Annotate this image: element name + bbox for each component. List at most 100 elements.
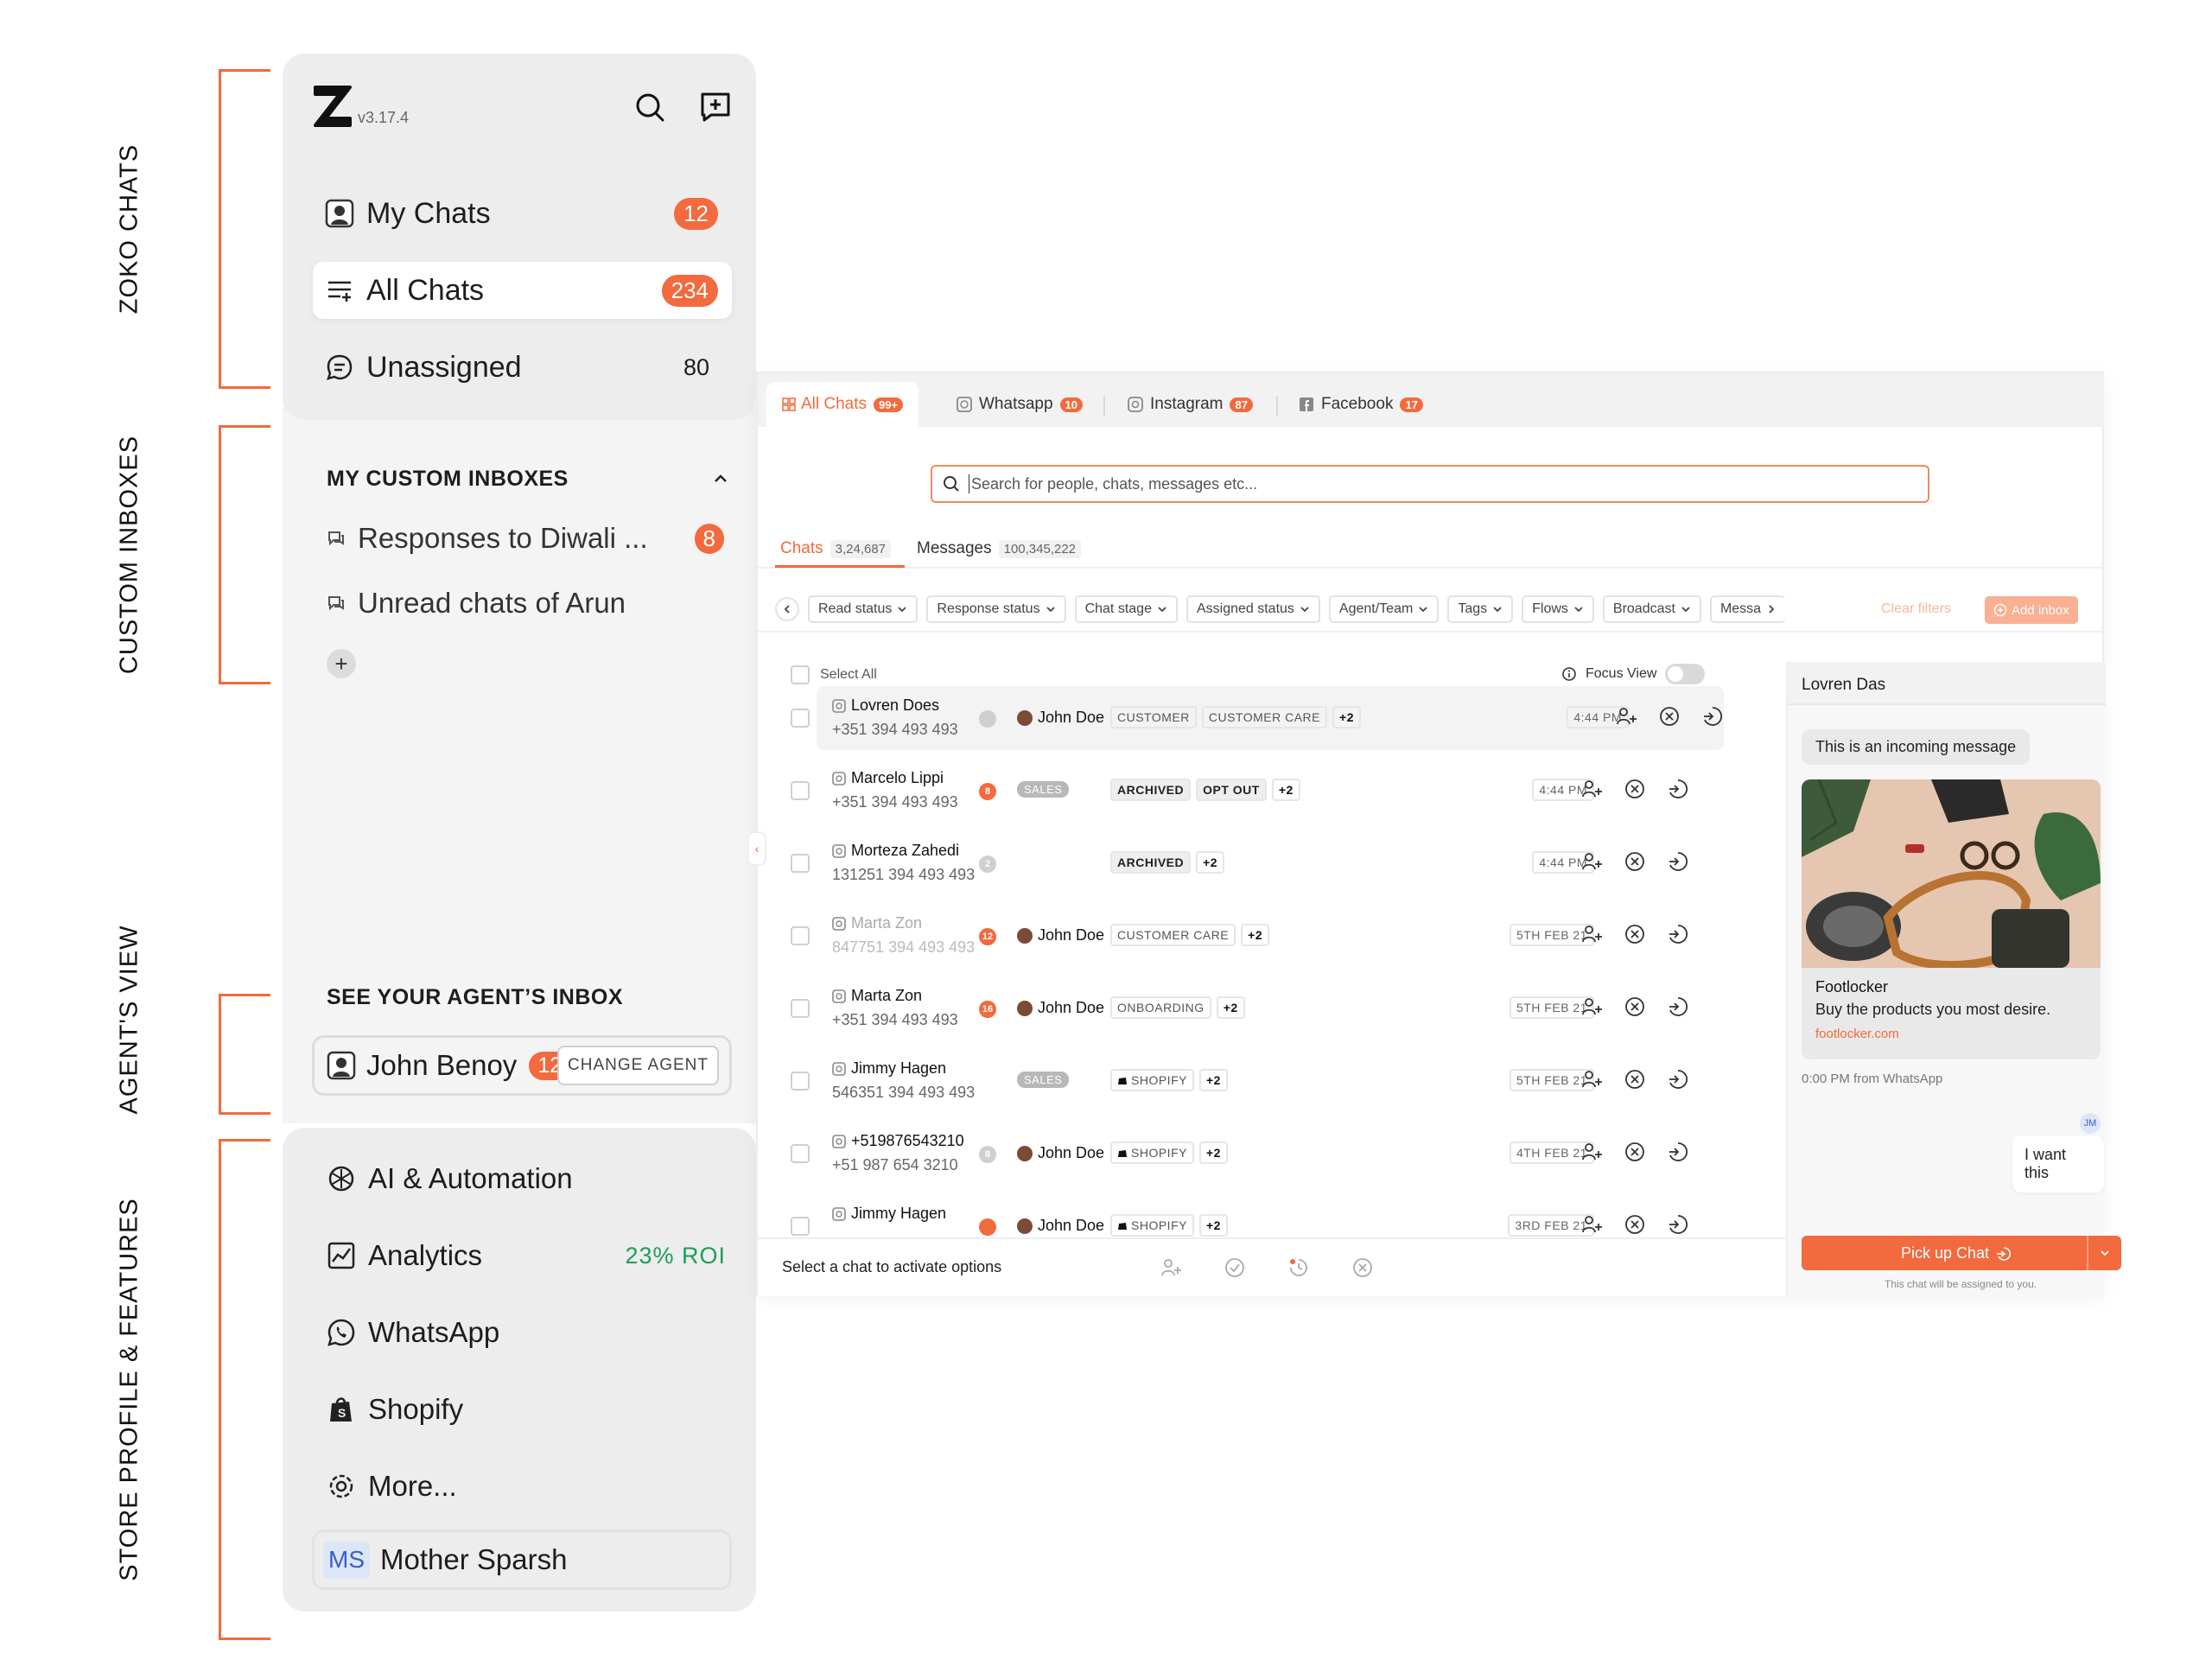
agent-name: John Benoy [366,1049,518,1081]
custom-inbox-unread-arun[interactable]: Unread chats of Arun [327,587,626,620]
search-icon[interactable] [632,90,667,124]
pick-up-icon[interactable] [1667,923,1689,945]
chat-row[interactable]: Marta Zon +351 394 493 493 16 John Doe ONBOA… [791,976,1724,1040]
chat-row[interactable]: Lovren Does +351 394 493 493 John Doe CUSTO… [791,686,1724,750]
sidebar-item-all-chats[interactable]: All Chats 234 [313,262,732,319]
pick-up-note: This chat will be assigned to you. [1885,1278,2037,1290]
close-chat-icon[interactable] [1351,1256,1374,1279]
all-chats-count-badge: 234 [661,274,718,307]
custom-inboxes-title: MY CUSTOM INBOXES [327,467,569,491]
my-chats-count-badge: 12 [674,197,718,230]
assign-user-icon[interactable] [1580,923,1603,945]
sidebar-item-unassigned[interactable]: Unassigned 80 [313,339,732,396]
chat-row[interactable]: Morteza Zahedi 131251 394 493 493 2 ARCHIVE… [791,831,1724,895]
close-chat-icon[interactable] [1624,1213,1646,1236]
sidebar-item-whatsapp[interactable]: WhatsApp [327,1316,733,1349]
assign-user-icon[interactable] [1160,1256,1182,1279]
close-chat-icon[interactable] [1658,705,1681,728]
sidebar-item-my-chats[interactable]: My Chats 12 [313,185,732,242]
tag-list: SHOPIFY +2 [1110,1069,1228,1091]
agent-name: John Doe [1038,709,1105,726]
agent-name: John Doe [1038,1144,1105,1161]
pick-up-icon[interactable] [1667,1141,1689,1163]
pick-up-chat-button[interactable]: Pick up Chat [1802,1236,2121,1270]
agent-name: John Doe [1038,926,1105,944]
tag: +2 [1198,1142,1228,1164]
product-link[interactable]: footlocker.com [1815,1027,1899,1041]
tag-label: +2 [1223,1001,1238,1014]
chat-row[interactable]: Marta Zon 847751 394 493 493 12 John Doe CUS… [791,904,1724,968]
inbox-chat-icon [328,531,344,546]
channel-icon [832,698,846,713]
row-checkbox[interactable] [791,854,810,873]
assigned-agent: John Doe [1017,1144,1104,1162]
sidebar-item-ai-automation[interactable]: AI & Automation [327,1162,733,1195]
unread-count-badge: 8 [979,783,996,800]
agent-selector[interactable]: John Benoy 12 CHANGE AGENT [312,1035,732,1096]
pick-up-dropdown[interactable] [2087,1236,2121,1270]
row-checkbox[interactable] [791,781,810,800]
pick-up-icon[interactable] [1667,995,1689,1018]
custom-inbox-diwali[interactable]: Responses to Diwali ... 8 [327,522,733,555]
add-inbox-label: Add inbox [2012,602,2069,618]
store-profile[interactable]: MS Mother Sparsh [312,1530,732,1590]
tag-label: SHOPIFY [1131,1218,1187,1232]
bulk-action-hint: Select a chat to activate options [782,1258,1002,1275]
feature-label: Shopify [368,1393,464,1425]
contact-name-text: Marcelo Lippi [851,769,944,786]
collapse-sidebar-handle[interactable]: ‹ [747,831,766,866]
row-actions [1580,995,1689,1018]
chat-row[interactable]: +519876543210 +51 987 654 3210 8 John Doe SH… [791,1122,1724,1186]
assigned-agent: SALES [1017,1072,1070,1088]
mark-done-icon[interactable] [1224,1256,1246,1279]
unread-count-badge [979,1218,996,1236]
sidebar-item-analytics[interactable]: Analytics 23% ROI [327,1239,733,1272]
tag: +2 [1241,924,1270,946]
row-checkbox[interactable] [791,926,810,945]
clear-filters-link[interactable]: Clear filters [1881,601,1951,617]
tag: OPT OUT [1196,779,1267,801]
message-meta: 0:00 PM from WhatsApp [1802,1072,1943,1086]
close-chat-icon[interactable] [1624,923,1646,945]
contact-name: Jimmy Hagen [832,1059,946,1078]
assign-user-icon[interactable] [1580,1068,1603,1091]
close-chat-icon[interactable] [1624,995,1646,1018]
chat-row[interactable]: Jimmy Hagen John Doe SHOPIFY +2 3RD FEB 21 [791,1194,1724,1237]
close-chat-icon[interactable] [1624,778,1646,800]
pick-up-icon[interactable] [1667,850,1689,873]
assigned-agent: John Doe [1017,999,1104,1017]
chevron-up-icon[interactable] [710,468,731,489]
pick-up-icon[interactable] [1701,705,1724,728]
assign-user-icon[interactable] [1615,705,1637,728]
assign-user-icon[interactable] [1580,1141,1603,1163]
assign-user-icon[interactable] [1580,850,1603,873]
add-inbox-plus-icon[interactable]: + [327,649,356,678]
sidebar-item-more[interactable]: More... [327,1470,733,1503]
row-checkbox[interactable] [791,709,810,728]
add-inbox-button[interactable]: Add inbox [1985,596,2078,624]
sidebar-item-shopify[interactable]: S Shopify [327,1393,733,1426]
snooze-icon[interactable] [1287,1256,1310,1279]
new-chat-icon[interactable] [698,90,733,124]
row-checkbox[interactable] [791,999,810,1018]
shopify-icon: S [330,1397,352,1421]
assign-user-icon[interactable] [1580,1213,1603,1236]
assign-user-icon[interactable] [1580,778,1603,800]
close-chat-icon[interactable] [1624,1141,1646,1163]
pick-up-icon[interactable] [1667,1068,1689,1091]
close-chat-icon[interactable] [1624,850,1646,873]
contact-name-text: Morteza Zahedi [851,842,960,859]
row-checkbox[interactable] [791,1217,810,1236]
product-card[interactable]: Footlocker Buy the products you most des… [1802,779,2101,1059]
close-chat-icon[interactable] [1624,1068,1646,1091]
row-checkbox[interactable] [791,1072,810,1091]
chat-row[interactable]: Jimmy Hagen 546351 394 493 493 SALES SHOPIF… [791,1049,1724,1113]
change-agent-button[interactable]: CHANGE AGENT [557,1046,719,1085]
pick-up-icon[interactable] [1667,1213,1689,1236]
contact-name: Jimmy Hagen [832,1205,946,1223]
assign-user-icon[interactable] [1580,995,1603,1018]
chat-row[interactable]: Marcelo Lippi +351 394 493 493 8 SALES ARCHI… [791,759,1724,823]
row-checkbox[interactable] [791,1144,810,1163]
tag: +2 [1198,1214,1228,1237]
pick-up-icon[interactable] [1667,778,1689,800]
